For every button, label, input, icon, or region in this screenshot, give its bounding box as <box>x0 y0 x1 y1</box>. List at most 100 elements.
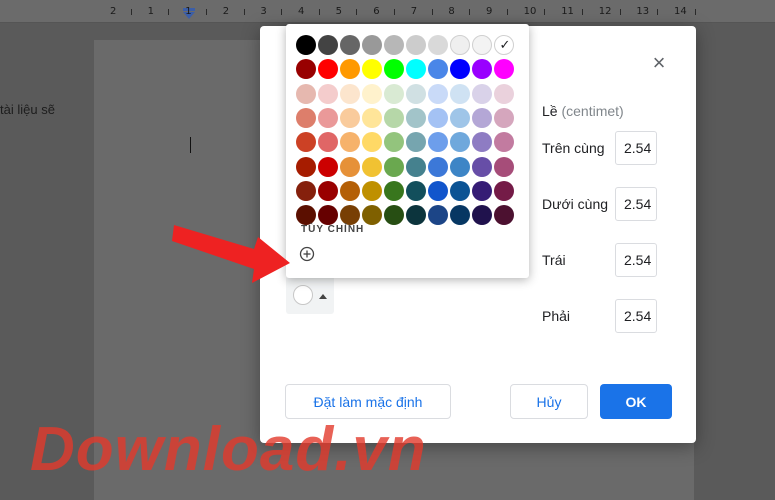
color-chip[interactable] <box>362 59 382 80</box>
color-chip[interactable] <box>362 107 382 128</box>
color-chip[interactable] <box>362 156 382 177</box>
color-chip[interactable] <box>296 156 316 177</box>
color-chip[interactable] <box>472 107 492 128</box>
color-chip[interactable] <box>384 180 404 201</box>
color-chip[interactable] <box>428 59 448 80</box>
color-chip[interactable] <box>296 35 316 55</box>
color-chip[interactable] <box>406 107 426 128</box>
color-chip[interactable] <box>362 132 382 153</box>
color-chip[interactable] <box>494 132 514 153</box>
ruler-number: 5 <box>335 6 342 17</box>
color-chip[interactable] <box>340 205 360 226</box>
color-chip[interactable] <box>340 59 360 80</box>
color-chip[interactable] <box>406 83 426 104</box>
color-chip[interactable] <box>384 132 404 153</box>
color-chip[interactable] <box>450 180 470 201</box>
color-chip[interactable] <box>318 35 338 55</box>
color-chip[interactable] <box>296 59 316 80</box>
margin-left-label: Trái <box>542 252 566 268</box>
color-chip[interactable] <box>384 35 404 55</box>
color-chip[interactable] <box>494 156 514 177</box>
ruler-number: 8 <box>448 6 455 17</box>
color-chip[interactable] <box>472 35 492 55</box>
cancel-button[interactable]: Hủy <box>510 384 588 419</box>
color-chip[interactable] <box>494 107 514 128</box>
color-chip[interactable] <box>450 83 470 104</box>
color-chip[interactable] <box>406 180 426 201</box>
color-chip[interactable] <box>450 205 470 226</box>
color-chip[interactable] <box>494 83 514 104</box>
color-chip[interactable] <box>340 156 360 177</box>
ruler-tick <box>694 9 696 15</box>
color-chip[interactable] <box>362 180 382 201</box>
color-chip[interactable] <box>318 59 338 80</box>
color-chip[interactable] <box>428 83 448 104</box>
color-chip[interactable] <box>340 35 360 55</box>
color-chip[interactable] <box>384 107 404 128</box>
color-chip[interactable] <box>296 83 316 104</box>
color-chip[interactable] <box>318 132 338 153</box>
color-chip[interactable] <box>340 180 360 201</box>
color-chip[interactable] <box>450 35 470 55</box>
margin-bottom-label: Dưới cùng <box>542 196 609 212</box>
color-chip[interactable] <box>406 59 426 80</box>
color-chip[interactable] <box>296 205 316 226</box>
watermark-logo: Download.vn <box>30 415 427 484</box>
color-chip[interactable] <box>296 107 316 128</box>
color-chip[interactable] <box>406 156 426 177</box>
ruler-tick <box>506 9 508 15</box>
close-icon[interactable]: × <box>649 52 669 74</box>
color-chip[interactable] <box>450 107 470 128</box>
color-chip[interactable] <box>384 205 404 226</box>
margin-right-input[interactable] <box>615 299 657 333</box>
color-chip[interactable] <box>450 156 470 177</box>
color-chip[interactable] <box>340 132 360 153</box>
ruler-number: 11 <box>561 6 574 17</box>
color-chip[interactable] <box>428 107 448 128</box>
ruler-number: 14 <box>674 6 687 17</box>
color-chip[interactable] <box>472 205 492 226</box>
color-chip[interactable] <box>384 83 404 104</box>
color-chip[interactable] <box>406 205 426 226</box>
color-chip[interactable] <box>318 83 338 104</box>
color-chip[interactable] <box>340 107 360 128</box>
ruler-tick <box>356 9 358 15</box>
color-chip[interactable] <box>428 132 448 153</box>
color-chip[interactable] <box>428 156 448 177</box>
color-chip[interactable] <box>318 156 338 177</box>
color-chip[interactable] <box>494 59 514 80</box>
color-chip[interactable] <box>406 35 426 55</box>
color-chip[interactable] <box>406 132 426 153</box>
margin-top-input[interactable] <box>615 131 657 165</box>
color-chip[interactable] <box>450 59 470 80</box>
color-chip[interactable] <box>296 132 316 153</box>
color-palette-popup: ✓ TÙY CHỈNH <box>286 24 529 278</box>
color-chip[interactable]: ✓ <box>494 35 514 55</box>
color-chip[interactable] <box>428 180 448 201</box>
color-chip[interactable] <box>494 205 514 226</box>
color-chip[interactable] <box>318 180 338 201</box>
color-chip[interactable] <box>472 180 492 201</box>
color-chip[interactable] <box>472 59 492 80</box>
margin-left-input[interactable] <box>615 243 657 277</box>
color-chip[interactable] <box>362 205 382 226</box>
color-chip[interactable] <box>384 59 404 80</box>
margin-bottom-input[interactable] <box>615 187 657 221</box>
color-chip[interactable] <box>472 156 492 177</box>
ok-button[interactable]: OK <box>600 384 672 419</box>
color-chip[interactable] <box>340 83 360 104</box>
color-chip[interactable] <box>494 180 514 201</box>
ruler-tick <box>281 9 283 15</box>
color-chip[interactable] <box>428 205 448 226</box>
color-chip[interactable] <box>472 83 492 104</box>
color-chip[interactable] <box>362 35 382 55</box>
color-chip[interactable] <box>318 205 338 226</box>
color-chip[interactable] <box>472 132 492 153</box>
color-chip[interactable] <box>296 180 316 201</box>
color-chip[interactable] <box>450 132 470 153</box>
color-chip[interactable] <box>318 107 338 128</box>
color-chip[interactable] <box>428 35 448 55</box>
color-chip[interactable] <box>384 156 404 177</box>
add-custom-color-icon[interactable] <box>299 246 315 262</box>
color-chip[interactable] <box>362 83 382 104</box>
